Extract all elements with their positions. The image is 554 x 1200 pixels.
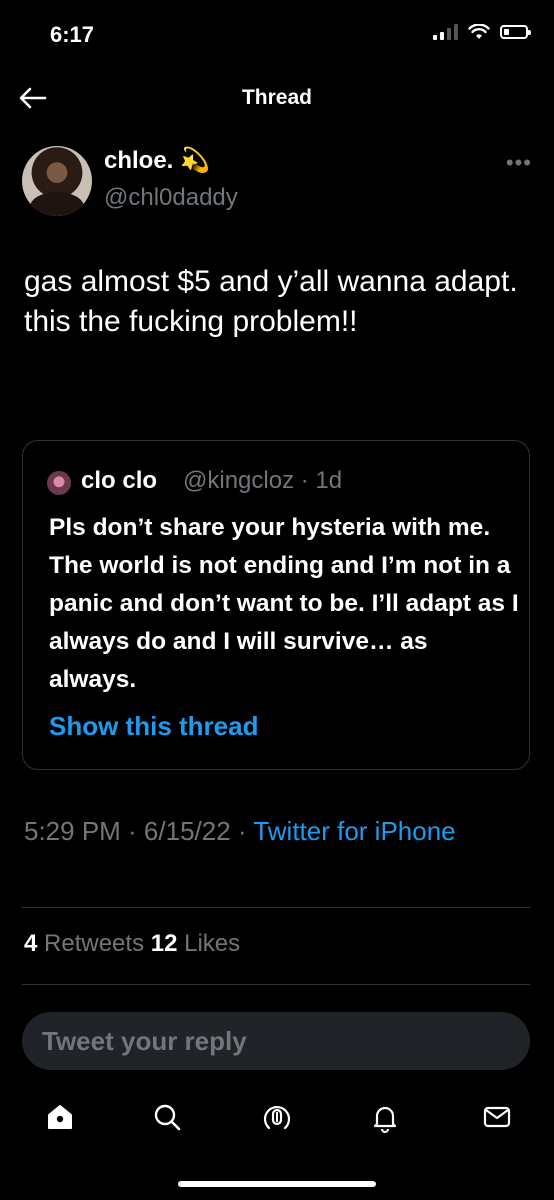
reply-placeholder: Tweet your reply [42, 1026, 247, 1056]
likes-count[interactable]: 12 [151, 930, 178, 957]
divider [22, 907, 530, 908]
more-options-icon[interactable]: ••• [506, 150, 532, 176]
home-icon[interactable] [43, 1100, 77, 1134]
status-time: 6:17 [50, 22, 95, 47]
reply-input[interactable]: Tweet your reply [22, 1012, 530, 1070]
quoted-avatar [47, 471, 71, 495]
quoted-tweet-text: Pls don’t share your hysteria with me. T… [49, 514, 519, 693]
quoted-author-name: clo clo [81, 467, 158, 494]
tweet-timestamp: 5:29 PM · 6/15/22 · [24, 816, 254, 846]
quoted-tweet[interactable]: clo clo @kingcloz · 1d Pls don’t share y… [22, 440, 530, 770]
author-name[interactable]: chloe. 💫 [104, 146, 210, 175]
messages-icon[interactable] [480, 1100, 514, 1134]
avatar[interactable] [22, 146, 92, 216]
quoted-author-handle: @kingcloz · 1d [183, 467, 343, 494]
notifications-icon[interactable] [368, 1100, 402, 1134]
wifi-icon [468, 24, 490, 39]
divider [22, 984, 530, 985]
cellular-signal-icon [433, 24, 458, 40]
search-icon[interactable] [150, 1100, 184, 1134]
author-handle[interactable]: @chl0daddy [104, 184, 238, 212]
retweets-label[interactable]: Retweets [37, 930, 150, 957]
page-title: Thread [241, 86, 312, 109]
tweet-meta: 5:29 PM · 6/15/22 · Twitter for iPhone [24, 812, 534, 850]
retweets-count[interactable]: 4 [24, 930, 37, 957]
battery-icon [500, 25, 531, 39]
tweet-text: gas almost $5 and y’all wanna adapt. thi… [24, 265, 518, 338]
status-icons [433, 24, 531, 40]
engagement-stats: 4 Retweets 12 Likes [24, 930, 240, 958]
spaces-icon[interactable] [260, 1100, 294, 1134]
likes-label[interactable]: Likes [177, 930, 240, 957]
tweet-source-link[interactable]: Twitter for iPhone [253, 816, 455, 846]
show-thread-link[interactable]: Show this thread [49, 711, 258, 742]
home-indicator [178, 1181, 376, 1187]
